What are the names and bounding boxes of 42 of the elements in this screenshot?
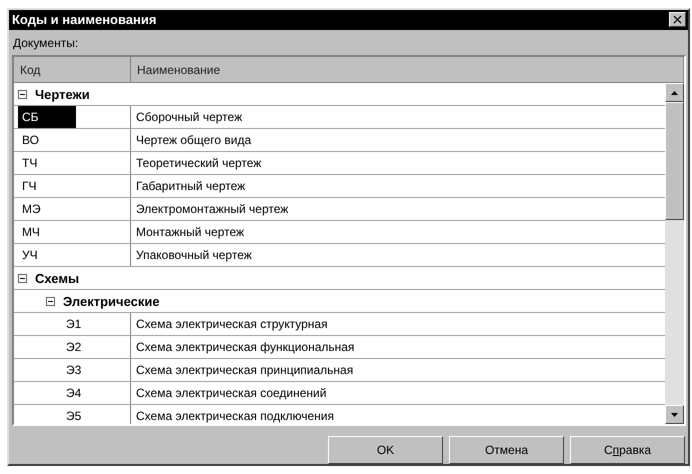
code-cell[interactable]: Э3	[62, 359, 102, 382]
code-cell[interactable]: ГЧ	[18, 175, 76, 198]
name-cell-text: Схема электрическая подключения	[135, 409, 334, 424]
name-cell-text: Схема электрическая соединений	[135, 386, 326, 400]
code-cell[interactable]: Э4	[62, 382, 102, 404]
group-label[interactable]: Электрические	[63, 294, 160, 309]
code-cell[interactable]: МЧ	[18, 221, 76, 244]
name-cell-text: Сборочный чертеж	[135, 110, 242, 124]
collapse-toggle-icon[interactable]	[18, 274, 27, 283]
code-cell[interactable]: ВО	[18, 129, 76, 152]
group-label[interactable]: Чертежи	[35, 86, 90, 102]
scroll-down-icon[interactable]	[665, 405, 684, 424]
dialog-button[interactable]: Справка	[570, 436, 685, 464]
collapse-toggle-icon[interactable]	[18, 90, 27, 99]
name-cell-text: Схема электрическая структурная	[135, 317, 328, 332]
code-cell[interactable]: Э5	[62, 405, 102, 424]
code-cell[interactable]: УЧ	[18, 244, 76, 266]
list-label: Документы:	[12, 34, 80, 52]
name-cell-text: Упаковочный чертеж	[135, 248, 252, 262]
code-cell[interactable]: МЭ	[18, 198, 76, 220]
collapse-toggle-icon[interactable]	[46, 296, 55, 306]
name-cell-text: Габаритный чертеж	[135, 179, 246, 194]
code-cell[interactable]: Э2	[62, 336, 102, 358]
scroll-up-icon[interactable]	[665, 83, 684, 102]
vertical-scrollbar[interactable]	[665, 83, 684, 424]
scroll-thumb[interactable]	[665, 102, 684, 220]
group-label[interactable]: Схемы	[35, 270, 80, 286]
name-cell-text: Схема электрическая функциональная	[135, 340, 354, 354]
name-cell-text: Монтажный чертеж	[135, 225, 244, 240]
close-button[interactable]: ×	[669, 12, 686, 28]
dialog-button[interactable]: Отмена	[449, 436, 564, 464]
column-header[interactable]: Код	[14, 57, 131, 82]
name-cell-text: Схема электрическая принципиальная	[135, 363, 354, 378]
code-cell[interactable]: ТЧ	[18, 152, 76, 174]
code-cell[interactable]: СБ	[18, 106, 76, 128]
name-cell-text: Теоретический чертеж	[135, 156, 262, 170]
column-header[interactable]: Наименование	[131, 57, 684, 82]
code-cell[interactable]: Э1	[62, 313, 102, 336]
name-cell-text: Электромонтажный чертеж	[135, 202, 288, 216]
window-title: Коды и наименования	[12, 12, 156, 28]
name-cell-text: Чертеж общего вида	[135, 133, 252, 148]
dialog-button[interactable]: OK	[328, 436, 443, 464]
